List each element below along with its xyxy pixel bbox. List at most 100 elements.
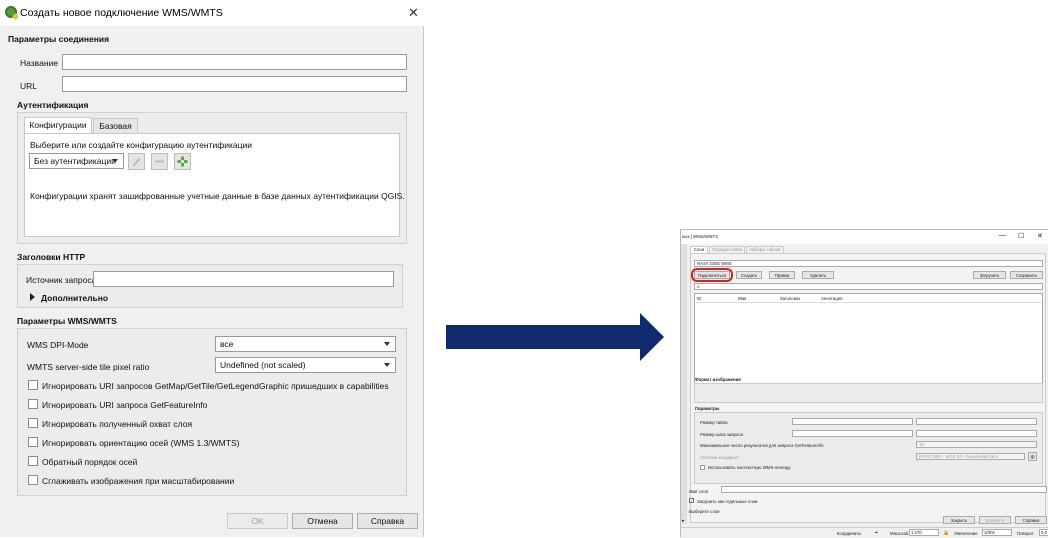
col-title: Заголовок [780, 296, 801, 301]
thumb-titlebar: ных | WMS/WMTS — ☐ ✕ [681, 230, 1048, 244]
url-field[interactable] [62, 76, 407, 92]
layer-search-input[interactable]: ⌕ [694, 283, 1043, 290]
zoom-input[interactable]: 100% [982, 529, 1012, 536]
ignore-getmap-uri-checkbox[interactable] [28, 380, 38, 390]
help-button[interactable]: Справка [357, 513, 418, 529]
cancel-button[interactable]: Отмена [292, 513, 353, 529]
left-panel-edge [681, 244, 687, 524]
thumb-title: ных | WMS/WMTS [682, 234, 718, 239]
tile-ratio-select[interactable]: Undefined (not scaled) [215, 357, 396, 373]
tile-size-label: Размер тайла [700, 420, 728, 425]
minus-icon [155, 160, 164, 163]
contextual-legend-label: Использовать контекстную WMS-легенду [708, 465, 791, 470]
delete-button[interactable]: Удалить [802, 271, 834, 279]
dpi-mode-select[interactable]: все [215, 336, 396, 352]
edit-config-button[interactable] [128, 153, 145, 170]
remove-config-button[interactable] [151, 153, 168, 170]
dpi-mode-value: все [220, 339, 234, 349]
server-select-value: NASA GIBS WMS [697, 261, 732, 266]
data-source-manager-thumbnail: ных | WMS/WMTS — ☐ ✕ Слои Порядок слоёв … [680, 229, 1048, 538]
tab-configurations[interactable]: Конфигурации [24, 117, 92, 133]
contextual-legend-checkbox[interactable] [700, 465, 705, 470]
rotation-value: 0,0 [1041, 530, 1047, 535]
server-select[interactable]: NASA GIBS WMS [694, 260, 1043, 267]
crs-label: Система координат [700, 455, 740, 460]
invert-axis-checkbox[interactable] [28, 456, 38, 466]
ignore-extent-checkbox[interactable] [28, 418, 38, 428]
close-icon[interactable]: ✕ [1037, 232, 1043, 240]
referer-field[interactable] [93, 271, 394, 287]
ignore-axis-orientation-label: Игнорировать ориентацию осей (WMS 1.3/WM… [42, 438, 240, 448]
coords-label: Координаты [837, 531, 862, 536]
max-features-value: 10 [919, 442, 924, 447]
ok-button[interactable]: OK [227, 513, 288, 529]
load-button[interactable]: Загрузить [973, 271, 1006, 279]
crs-select[interactable]: EPSG:3857 - WGS 84 / Pseudo-Mercator [916, 453, 1025, 460]
name-label: Название [20, 58, 58, 68]
help-button[interactable]: Справка [1015, 516, 1047, 524]
tab-layers[interactable]: Слои [690, 246, 708, 253]
right-arrow-icon [446, 313, 664, 361]
auth-choose-text: Выберите или создайте конфигурацию аутен… [30, 140, 252, 150]
close-button[interactable]: Закрыть [943, 516, 975, 524]
step-height-input[interactable] [916, 430, 1037, 437]
maximize-icon[interactable]: ☐ [1018, 232, 1024, 240]
crs-select-value: EPSG:3857 - WGS 84 / Pseudo-Mercator [919, 454, 999, 459]
minimize-icon[interactable]: — [999, 232, 1006, 239]
layer-name-input[interactable] [721, 486, 1047, 493]
tile-height-input[interactable] [916, 418, 1037, 425]
tab-layer-order[interactable]: Порядок слоёв [709, 246, 745, 253]
col-name: Имя [738, 296, 747, 301]
http-headers-header: Заголовки HTTP [17, 252, 86, 262]
tile-width-input[interactable] [792, 418, 913, 425]
ignore-getmap-uri-label: Игнорировать URI запросов GetMap/GetTile… [42, 381, 389, 391]
select-layers-label: Выберите слои [689, 509, 720, 514]
lock-icon[interactable]: 🔒 [943, 530, 949, 536]
ignore-getfeatureinfo-checkbox[interactable] [28, 399, 38, 409]
max-features-input[interactable]: 10 [916, 441, 1037, 448]
zoom-label: Увеличение [954, 531, 978, 536]
edit-button[interactable]: Правка [769, 271, 795, 279]
layer-name-label: Имя слоя [689, 489, 708, 494]
rotation-label: Поворот [1017, 531, 1034, 536]
auth-info-text: Конфигурации хранят зашифрованные учетны… [30, 191, 405, 201]
smooth-transform-checkbox[interactable] [28, 475, 38, 485]
step-width-input[interactable] [792, 430, 913, 437]
scale-value: 1:270 [911, 530, 922, 535]
wms-params-group [17, 328, 407, 496]
save-button[interactable]: Сохранить [1010, 271, 1043, 279]
advanced-toggle[interactable]: Дополнительно [41, 293, 108, 303]
chevron-down-icon [384, 363, 390, 367]
load-separately-checkbox[interactable]: ✓ [689, 498, 694, 503]
col-abstract: Аннотация [821, 296, 843, 301]
referer-label: Источник запроса [26, 275, 97, 285]
expand-arrow-icon[interactable] [30, 293, 35, 301]
plus-icon [177, 156, 188, 167]
chevron-down-icon [112, 159, 118, 163]
dpi-mode-label: WMS DPI-Mode [27, 340, 89, 350]
globe-icon: ◍ [1030, 454, 1035, 459]
name-field[interactable] [62, 54, 407, 70]
col-id: ID [697, 296, 702, 301]
dialog-title: Создать новое подключение WMS/WMTS [20, 7, 223, 19]
tab-tilesets[interactable]: Наборы тайлов [746, 246, 784, 253]
wms-params-header: Параметры WMS/WMTS [17, 316, 117, 326]
zoom-value: 100% [984, 530, 995, 535]
close-icon[interactable]: ✕ [408, 5, 419, 21]
chevron-down-icon [384, 342, 390, 346]
step-size-label: Размер шага запроса [700, 432, 743, 437]
scale-select[interactable]: 1:270 [909, 529, 939, 536]
add-button[interactable]: Добавить [979, 516, 1011, 524]
auth-header: Аутентификация [17, 100, 89, 110]
rotation-input[interactable]: 0,0 [1039, 529, 1048, 536]
create-button[interactable]: Создать [736, 271, 762, 279]
load-separately-label: Загрузить как отдельные слои [697, 499, 758, 504]
tab-basic[interactable]: Базовая [93, 118, 138, 133]
ignore-axis-orientation-checkbox[interactable] [28, 437, 38, 447]
auth-config-select[interactable]: Без аутентификации [29, 153, 124, 169]
add-config-button[interactable] [174, 153, 191, 170]
collapse-arrow-icon[interactable]: ▸ [682, 518, 685, 524]
crs-picker-button[interactable]: ◍ [1028, 452, 1037, 461]
new-connection-dialog: Создать новое подключение WMS/WMTS ✕ Пар… [0, 0, 424, 537]
image-format-group [694, 383, 1043, 403]
